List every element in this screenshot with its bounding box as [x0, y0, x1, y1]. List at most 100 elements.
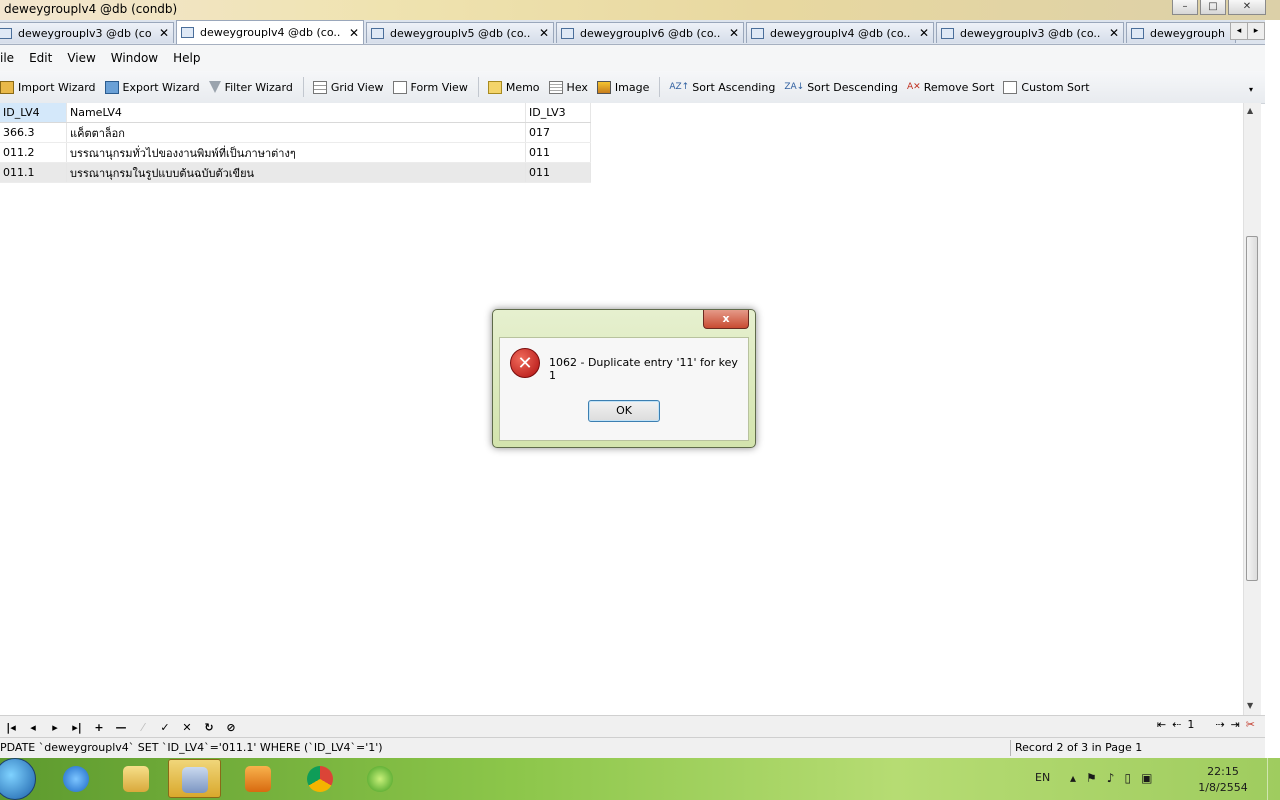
last-page-icon[interactable]: ⇥ — [1231, 718, 1240, 731]
taskbar-chrome[interactable] — [294, 759, 347, 798]
tab-deweygrouplv3-1[interactable]: deweygrouplv3 @db (co... ✕ — [0, 22, 174, 43]
export-wizard-button[interactable]: Export Wizard — [104, 80, 200, 94]
sort-ascending-button[interactable]: AZ↑ Sort Ascending — [669, 81, 775, 94]
page-number-input[interactable]: 1 — [1187, 718, 1209, 731]
column-header-id-lv3[interactable]: ID_LV3 — [525, 103, 591, 123]
folder-icon — [123, 766, 149, 792]
settings-icon[interactable]: ✂ — [1246, 718, 1255, 731]
toolbar-overflow-icon[interactable]: ▾ — [1249, 85, 1253, 94]
next-page-icon[interactable]: ⇢ — [1215, 718, 1224, 731]
image-icon — [596, 80, 611, 94]
column-header-id-lv4[interactable]: ID_LV4 — [0, 103, 67, 123]
cell-name-lv4[interactable]: บรรณานุกรมในรูปแบบต้นฉบับตัวเขียน — [66, 162, 526, 183]
database-app-icon — [182, 767, 208, 793]
menu-window[interactable]: Window — [111, 51, 158, 65]
tab-deweygrouplv3-2[interactable]: deweygrouplv3 @db (co... ✕ — [936, 22, 1124, 43]
previous-record-icon[interactable]: ◂ — [22, 721, 44, 734]
custom-sort-label: Custom Sort — [1021, 80, 1090, 94]
scroll-up-icon[interactable]: ▲ — [1247, 106, 1253, 115]
first-page-icon[interactable]: ⇤ — [1157, 718, 1166, 731]
previous-page-icon[interactable]: ⇠ — [1172, 718, 1181, 731]
menu-edit[interactable]: Edit — [29, 51, 52, 65]
table-icon — [561, 27, 574, 39]
cell-name-lv4[interactable]: แค็ตตาล็อก — [66, 122, 526, 143]
cell-id-lv4[interactable]: 011.2 — [0, 142, 67, 163]
tab-deweygrouplv4-2[interactable]: deweygrouplv4 @db (co... ✕ — [746, 22, 934, 43]
close-tab-icon[interactable]: ✕ — [539, 26, 549, 40]
cell-id-lv4[interactable]: 011.1 — [0, 162, 67, 183]
tab-deweygrouplv4-active[interactable]: deweygrouplv4 @db (co... ✕ — [176, 20, 364, 44]
close-tab-icon[interactable]: ✕ — [349, 26, 359, 40]
table-row[interactable]: 366.3 แค็ตตาล็อก 017 — [0, 122, 591, 143]
start-button[interactable] — [0, 758, 36, 800]
form-view-button[interactable]: Form View — [392, 80, 468, 94]
import-wizard-button[interactable]: Import Wizard — [0, 80, 96, 94]
close-tab-icon[interactable]: ✕ — [919, 26, 929, 40]
sort-descending-button[interactable]: ZA↓ Sort Descending — [784, 81, 898, 94]
last-record-icon[interactable]: ▸| — [66, 721, 88, 734]
add-record-icon[interactable]: + — [88, 721, 110, 734]
cell-id-lv3[interactable]: 011 — [525, 162, 591, 183]
taskbar-explorer[interactable] — [110, 759, 163, 798]
cell-id-lv4[interactable]: 366.3 — [0, 122, 67, 143]
menu-file[interactable]: ile — [0, 51, 14, 65]
close-tab-icon[interactable]: ✕ — [729, 26, 739, 40]
refresh-icon[interactable]: ↻ — [198, 721, 220, 734]
next-record-icon[interactable]: ▸ — [44, 721, 66, 734]
dialog-close-button[interactable]: x — [703, 310, 749, 329]
tab-scroll-left-icon[interactable]: ◂ — [1230, 22, 1248, 40]
delete-record-icon[interactable]: — — [110, 721, 132, 734]
cell-name-lv4[interactable]: บรรณานุกรมทั่วไปของงานพิมพ์ที่เป็นภาษาต่… — [66, 142, 526, 163]
custom-sort-button[interactable]: Custom Sort — [1003, 80, 1090, 94]
volume-icon[interactable]: ♪ — [1107, 771, 1125, 785]
filter-wizard-button[interactable]: Filter Wizard — [208, 81, 293, 94]
edit-record-icon[interactable]: ⁄ — [132, 721, 154, 734]
close-window-button[interactable]: ✕ — [1228, 0, 1266, 15]
taskbar-navicat[interactable] — [168, 759, 221, 798]
menu-help[interactable]: Help — [173, 51, 200, 65]
ok-button[interactable]: OK — [588, 400, 660, 422]
tab-bar: deweygrouplv3 @db (co... ✕ deweygrouplv4… — [0, 20, 1265, 45]
status-bar: PDATE `deweygrouplv4` SET `ID_LV4`='011.… — [0, 737, 1265, 758]
table-row[interactable]: 011.1 บรรณานุกรมในรูปแบบต้นฉบับตัวเขียน … — [0, 162, 591, 183]
taskbar-media-player[interactable] — [232, 759, 285, 798]
media-player-icon — [245, 766, 271, 792]
scroll-down-icon[interactable]: ▼ — [1247, 701, 1253, 710]
show-desktop-button[interactable] — [1267, 758, 1280, 800]
cell-id-lv3[interactable]: 017 — [525, 122, 591, 143]
scrollbar-thumb[interactable] — [1246, 236, 1258, 581]
tab-deweygrouph[interactable]: deweygrouph — [1126, 22, 1236, 43]
menu-view[interactable]: View — [67, 51, 95, 65]
error-dialog: x ✕ 1062 - Duplicate entry '11' for key … — [492, 309, 756, 448]
column-header-name-lv4[interactable]: NameLV4 — [66, 103, 526, 123]
sql-status: PDATE `deweygrouplv4` SET `ID_LV4`='011.… — [0, 741, 383, 754]
language-indicator[interactable]: EN — [1035, 771, 1050, 784]
cell-id-lv3[interactable]: 011 — [525, 142, 591, 163]
power-icon[interactable]: ▯ — [1124, 771, 1141, 785]
remove-sort-button[interactable]: A✕ Remove Sort — [907, 81, 994, 94]
minimize-button[interactable]: – — [1172, 0, 1198, 15]
hex-button[interactable]: Hex — [548, 80, 588, 94]
apply-changes-icon[interactable]: ✓ — [154, 721, 176, 734]
close-tab-icon[interactable]: ✕ — [159, 26, 169, 40]
maximize-button[interactable]: □ — [1200, 0, 1226, 15]
action-center-icon[interactable]: ⚑ — [1086, 771, 1107, 785]
stop-icon[interactable]: ⊘ — [220, 721, 242, 734]
table-row[interactable]: 011.2 บรรณานุกรมทั่วไปของงานพิมพ์ที่เป็น… — [0, 142, 591, 163]
image-button[interactable]: Image — [596, 80, 649, 94]
show-hidden-icons-icon[interactable]: ▴ — [1070, 771, 1086, 785]
clock[interactable]: 22:15 1/8/2554 — [1188, 764, 1258, 796]
memo-button[interactable]: Memo — [487, 80, 540, 94]
network-icon[interactable]: ▣ — [1141, 771, 1162, 785]
vertical-scrollbar[interactable]: ▲ ▼ — [1243, 103, 1261, 715]
tab-deweygrouplv6[interactable]: deweygrouplv6 @db (co... ✕ — [556, 22, 744, 43]
taskbar-app[interactable] — [354, 759, 407, 798]
close-tab-icon[interactable]: ✕ — [1109, 26, 1119, 40]
query-icon — [941, 27, 954, 39]
discard-changes-icon[interactable]: ✕ — [176, 721, 198, 734]
tab-deweygrouplv5[interactable]: deweygrouplv5 @db (co... ✕ — [366, 22, 554, 43]
tab-scroll-right-icon[interactable]: ▸ — [1247, 22, 1265, 40]
grid-view-button[interactable]: Grid View — [312, 80, 384, 94]
first-record-icon[interactable]: |◂ — [0, 721, 22, 734]
taskbar-internet-explorer[interactable] — [50, 759, 103, 798]
